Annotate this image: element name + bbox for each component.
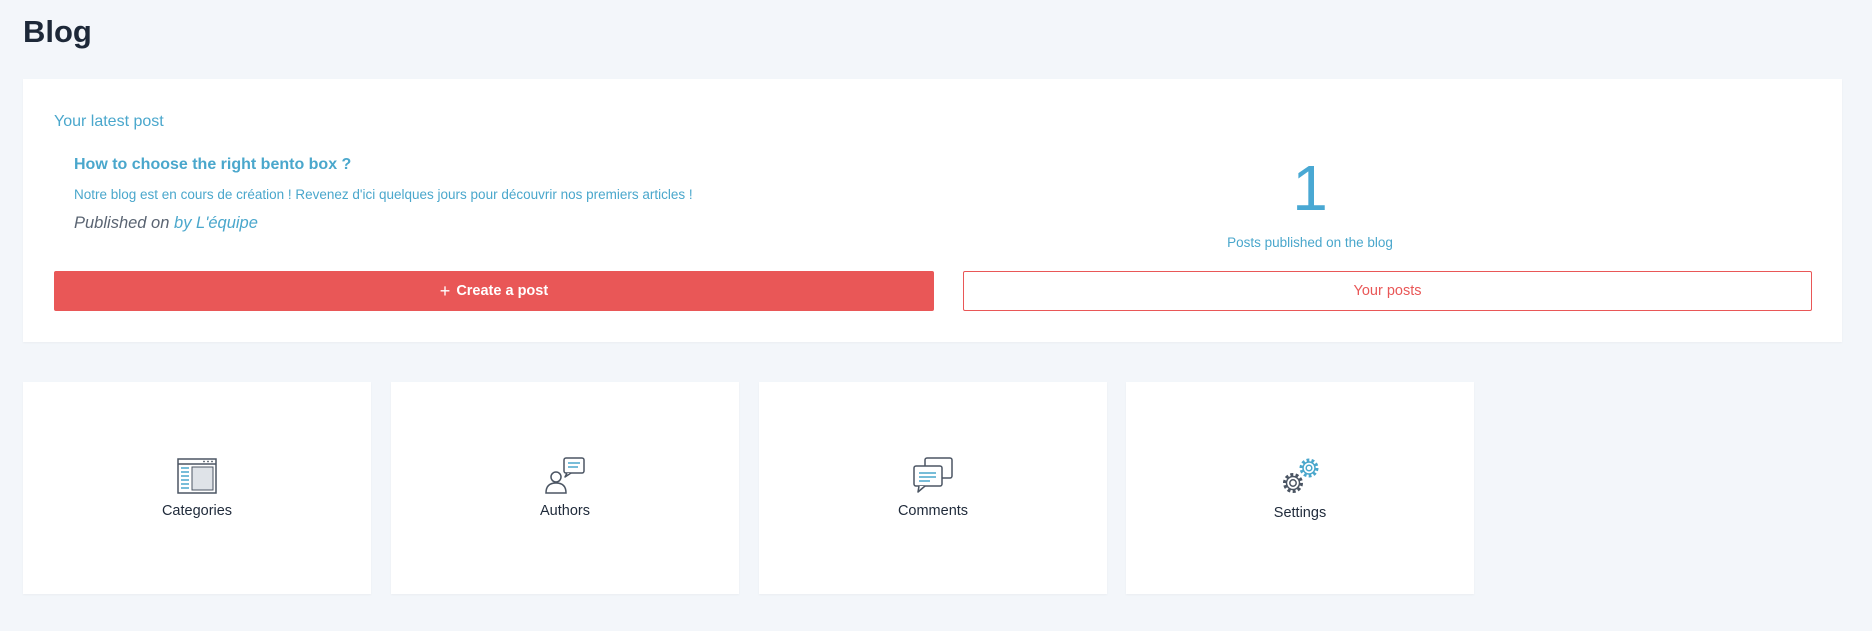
your-posts-button[interactable]: Your posts [963, 271, 1812, 311]
latest-post-excerpt: Notre blog est en cours de création ! Re… [74, 186, 693, 204]
authors-tile[interactable]: Authors [391, 382, 739, 594]
settings-label: Settings [1274, 504, 1326, 522]
settings-tile[interactable]: Settings [1126, 382, 1474, 594]
page-title: Blog [23, 10, 92, 54]
published-prefix: Published on [74, 214, 169, 232]
posts-count: 1 [1220, 148, 1400, 228]
comments-tile[interactable]: Comments [759, 382, 1107, 594]
posts-count-label: Posts published on the blog [1210, 234, 1410, 252]
post-author-link[interactable]: by L'équipe [174, 214, 258, 232]
categories-tile[interactable]: Categories [23, 382, 371, 594]
latest-post-meta: Published on by L'équipe [74, 212, 258, 234]
create-post-label: Create a post [456, 283, 548, 299]
latest-post-heading: Your latest post [54, 112, 164, 132]
plus-icon: + [440, 282, 451, 300]
your-posts-label: Your posts [1354, 283, 1422, 299]
latest-post-card: Your latest post How to choose the right… [23, 79, 1842, 342]
categories-icon [175, 456, 219, 496]
comments-icon [911, 456, 955, 496]
settings-icon [1278, 454, 1322, 498]
create-post-button[interactable]: + Create a post [54, 271, 934, 311]
categories-label: Categories [162, 502, 232, 520]
latest-post-title[interactable]: How to choose the right bento box ? [74, 155, 351, 175]
authors-icon [543, 456, 587, 496]
comments-label: Comments [898, 502, 968, 520]
authors-label: Authors [540, 502, 590, 520]
